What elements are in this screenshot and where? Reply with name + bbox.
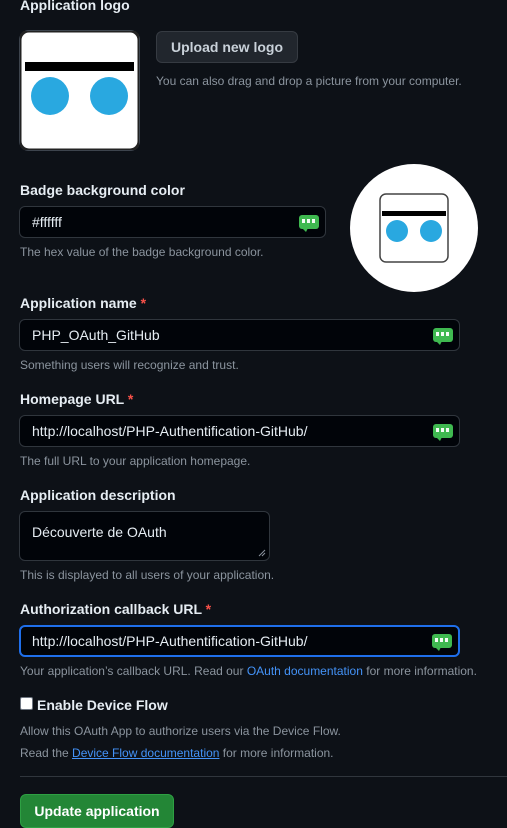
required-marker: *: [140, 295, 147, 311]
password-manager-icon[interactable]: [299, 215, 319, 232]
badge-color-input[interactable]: #ffffff: [19, 206, 326, 238]
description-hint: This is displayed to all users of your a…: [20, 568, 275, 582]
badge-color-hint: The hex value of the badge background co…: [20, 245, 264, 259]
robot-eyes-logo-icon: [18, 29, 141, 152]
description-value: Découverte de OAuth: [32, 524, 167, 540]
badge-color-label: Badge background color: [20, 182, 185, 198]
device-flow-documentation-link[interactable]: Device Flow documentation: [72, 746, 219, 760]
callback-hint: Your application’s callback URL. Read ou…: [20, 664, 477, 678]
logo-drag-hint: You can also drag and drop a picture fro…: [156, 74, 462, 88]
callback-label: Authorization callback URL *: [20, 601, 212, 617]
device-flow-desc: Allow this OAuth App to authorize users …: [20, 724, 341, 738]
homepage-label: Homepage URL *: [20, 391, 134, 407]
badge-logo-icon: [379, 193, 449, 263]
resize-handle-icon[interactable]: [258, 549, 266, 557]
required-marker: *: [127, 391, 134, 407]
update-application-button[interactable]: Update application: [20, 794, 174, 828]
callback-url-value: http://localhost/PHP-Authentification-Gi…: [32, 633, 308, 649]
upload-logo-button[interactable]: Upload new logo: [156, 31, 298, 63]
required-marker: *: [205, 601, 212, 617]
app-name-input[interactable]: PHP_OAuth_GitHub: [19, 319, 460, 351]
device-flow-label[interactable]: Enable Device Flow: [37, 697, 168, 713]
application-logo: [18, 29, 141, 152]
homepage-hint: The full URL to your application homepag…: [20, 454, 251, 468]
password-manager-icon[interactable]: [433, 328, 453, 345]
callback-url-input[interactable]: http://localhost/PHP-Authentification-Gi…: [19, 625, 460, 657]
app-name-hint: Something users will recognize and trust…: [20, 358, 239, 372]
password-manager-icon[interactable]: [432, 634, 452, 651]
homepage-url-value: http://localhost/PHP-Authentification-Gi…: [32, 423, 308, 439]
device-flow-read: Read the Device Flow documentation for m…: [20, 746, 334, 760]
divider: [20, 776, 507, 777]
homepage-url-input[interactable]: http://localhost/PHP-Authentification-Gi…: [19, 415, 460, 447]
oauth-documentation-link[interactable]: OAuth documentation: [247, 664, 363, 678]
description-textarea[interactable]: Découverte de OAuth: [19, 511, 270, 561]
device-flow-checkbox[interactable]: [20, 697, 33, 710]
password-manager-icon[interactable]: [433, 424, 453, 441]
badge-preview: [350, 164, 478, 292]
badge-color-value: #ffffff: [32, 214, 62, 230]
logo-label: Application logo: [20, 0, 130, 13]
app-name-label: Application name *: [20, 295, 147, 311]
description-label: Application description: [20, 487, 176, 503]
app-name-value: PHP_OAuth_GitHub: [32, 327, 160, 343]
